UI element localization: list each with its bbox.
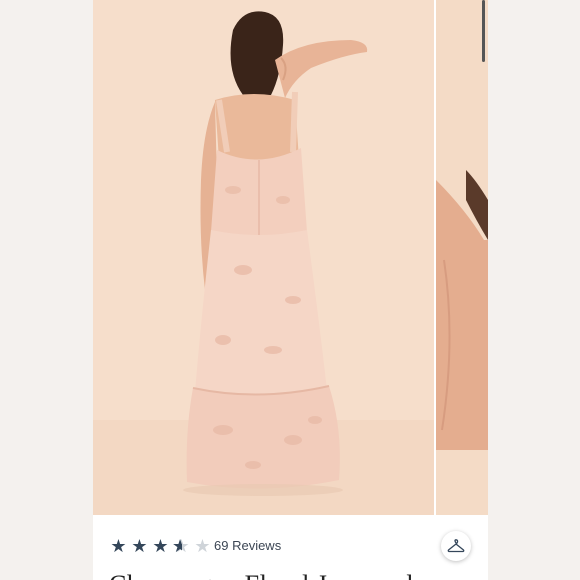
product-screen: ★ ★ ★ ★ ★ 69 Reviews Champagne Floral Ja… xyxy=(93,0,488,580)
empty-star-icon: ★ xyxy=(194,536,211,556)
product-image-gallery[interactable] xyxy=(93,0,488,515)
star-icon: ★ xyxy=(131,536,148,556)
half-star-icon: ★ xyxy=(172,537,191,555)
product-photo-next[interactable] xyxy=(436,0,488,515)
hanger-icon xyxy=(447,539,465,553)
rating-stars[interactable]: ★ ★ ★ ★ ★ xyxy=(109,537,212,555)
wishlist-button[interactable] xyxy=(441,531,471,561)
star-icon: ★ xyxy=(110,536,127,556)
star-icon: ★ xyxy=(152,536,169,556)
scrollbar[interactable] xyxy=(482,0,486,70)
scrollbar-thumb[interactable] xyxy=(482,0,485,62)
product-title: Champagne Floral Jacquard xyxy=(109,570,413,580)
reviews-count-link[interactable]: 69 Reviews xyxy=(214,538,281,553)
product-info-panel: ★ ★ ★ ★ ★ 69 Reviews Champagne Floral Ja… xyxy=(93,515,488,580)
product-photo-main[interactable] xyxy=(93,0,436,515)
